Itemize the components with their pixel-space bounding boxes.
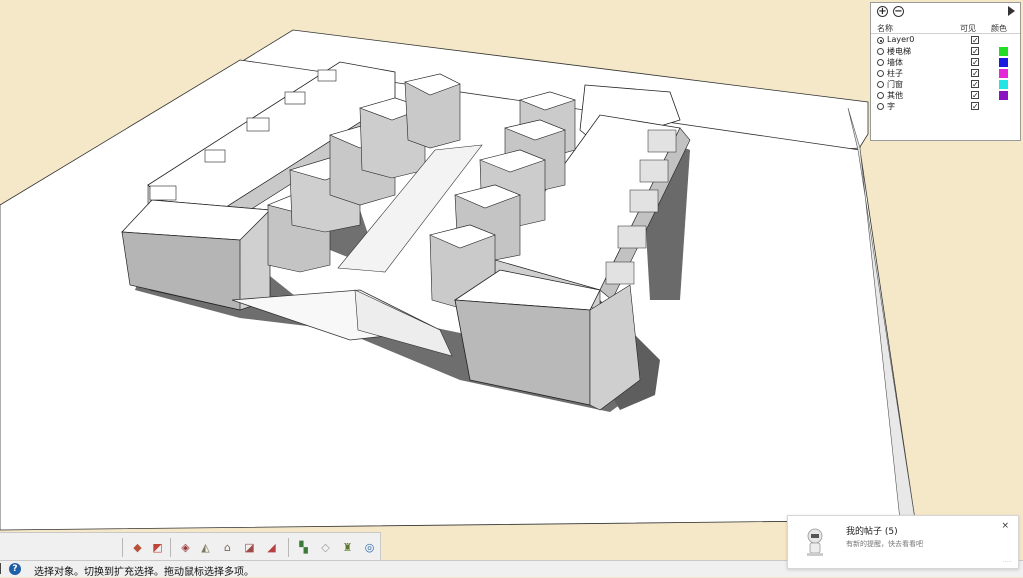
view-bottom-icon[interactable]: ◢ — [264, 540, 279, 555]
toolbar-separator — [122, 538, 123, 557]
active-layer-radio[interactable] — [877, 103, 884, 110]
active-layer-radio[interactable] — [877, 81, 884, 88]
view-left-icon[interactable]: ◪ — [242, 540, 257, 555]
visible-checkbox[interactable]: ✓ — [971, 102, 979, 111]
visible-checkbox[interactable]: ✓ — [971, 69, 979, 78]
robot-avatar-icon — [802, 526, 828, 558]
column-color-header[interactable]: 颜色 — [991, 23, 1007, 34]
notification-message[interactable]: 有新的提醒，快去看看吧 — [846, 539, 923, 549]
layer-row[interactable]: 字 ✓ — [871, 101, 1020, 112]
layer-name[interactable]: 其他 — [887, 90, 903, 101]
visible-checkbox[interactable]: ✓ — [971, 47, 979, 56]
active-layer-radio[interactable] — [877, 92, 884, 99]
layer-row[interactable]: 门窗 ✓ — [871, 79, 1020, 90]
layer-row[interactable]: Layer0 ✓ — [871, 35, 1020, 46]
notification-title[interactable]: 我的帖子 (5) — [846, 524, 898, 537]
view-back-icon[interactable]: ⌂ — [220, 540, 235, 555]
layer-row[interactable]: 楼电梯 ✓ — [871, 46, 1020, 57]
visible-checkbox[interactable]: ✓ — [971, 58, 979, 67]
layer-color-swatch[interactable] — [999, 58, 1008, 67]
help-icon[interactable]: ? — [9, 563, 21, 575]
toolbar-separator — [288, 538, 289, 557]
layers-header: 名称 可见 颜色 — [871, 22, 1020, 34]
view-front-icon[interactable]: ◈ — [178, 540, 193, 555]
active-layer-radio[interactable] — [877, 48, 884, 55]
walk-icon[interactable]: ▚ — [296, 540, 311, 555]
layer-name[interactable]: 楼电梯 — [887, 46, 911, 57]
notification-popup[interactable]: 我的帖子 (5) 有新的提醒，快去看看吧 × ····· — [787, 515, 1019, 569]
visible-checkbox[interactable]: ✓ — [971, 91, 979, 100]
layer-name[interactable]: 柱子 — [887, 68, 903, 79]
plus-circle-icon[interactable]: + — [877, 6, 888, 17]
look-around-icon[interactable]: ◇ — [318, 540, 333, 555]
active-layer-radio[interactable] — [877, 59, 884, 66]
status-left-bracket — [0, 563, 4, 574]
column-visible-header[interactable]: 可见 — [960, 23, 976, 34]
layer-name[interactable]: 字 — [887, 101, 895, 112]
active-layer-radio[interactable] — [877, 70, 884, 77]
notification-dots: ····· — [1002, 559, 1012, 566]
layer-name[interactable]: 门窗 — [887, 79, 903, 90]
layer-row[interactable]: 墙体 ✓ — [871, 57, 1020, 68]
layer-color-swatch[interactable] — [999, 47, 1008, 56]
layer-color-swatch[interactable] — [999, 91, 1008, 100]
layers-panel: + − 名称 可见 颜色 Layer0 ✓ 楼电梯 ✓ 墙体 ✓ 柱子 ✓ 门窗… — [870, 2, 1021, 141]
visible-checkbox[interactable]: ✓ — [971, 36, 979, 45]
geo-location-icon[interactable]: ◎ — [362, 540, 377, 555]
view-right-icon[interactable]: ◭ — [198, 540, 213, 555]
layer-color-swatch[interactable] — [999, 69, 1008, 78]
layers-list: Layer0 ✓ 楼电梯 ✓ 墙体 ✓ 柱子 ✓ 门窗 ✓ 其他 ✓ 字 ✓ — [871, 35, 1020, 112]
layer-row[interactable]: 柱子 ✓ — [871, 68, 1020, 79]
view-iso-icon[interactable]: ◆ — [130, 540, 145, 555]
layer-row[interactable]: 其他 ✓ — [871, 90, 1020, 101]
position-camera-icon[interactable]: ♜ — [340, 540, 355, 555]
layer-name[interactable]: Layer0 — [887, 35, 914, 44]
visible-checkbox[interactable]: ✓ — [971, 80, 979, 89]
view-top-icon[interactable]: ◩ — [150, 540, 165, 555]
close-icon[interactable]: × — [1001, 521, 1009, 531]
toolbar-separator — [170, 538, 171, 557]
layer-color-swatch[interactable] — [999, 80, 1008, 89]
minus-circle-icon[interactable]: − — [893, 6, 904, 17]
layers-panel-toolbar: + − — [871, 3, 1020, 21]
details-arrow-icon[interactable] — [1008, 6, 1015, 16]
layer-name[interactable]: 墙体 — [887, 57, 903, 68]
column-name-header[interactable]: 名称 — [877, 23, 893, 34]
views-toolbar: ◆ ◩ ◈ ◭ ⌂ ◪ ◢ ▚ ◇ ♜ ◎ — [0, 532, 381, 561]
active-layer-radio[interactable] — [877, 37, 884, 44]
